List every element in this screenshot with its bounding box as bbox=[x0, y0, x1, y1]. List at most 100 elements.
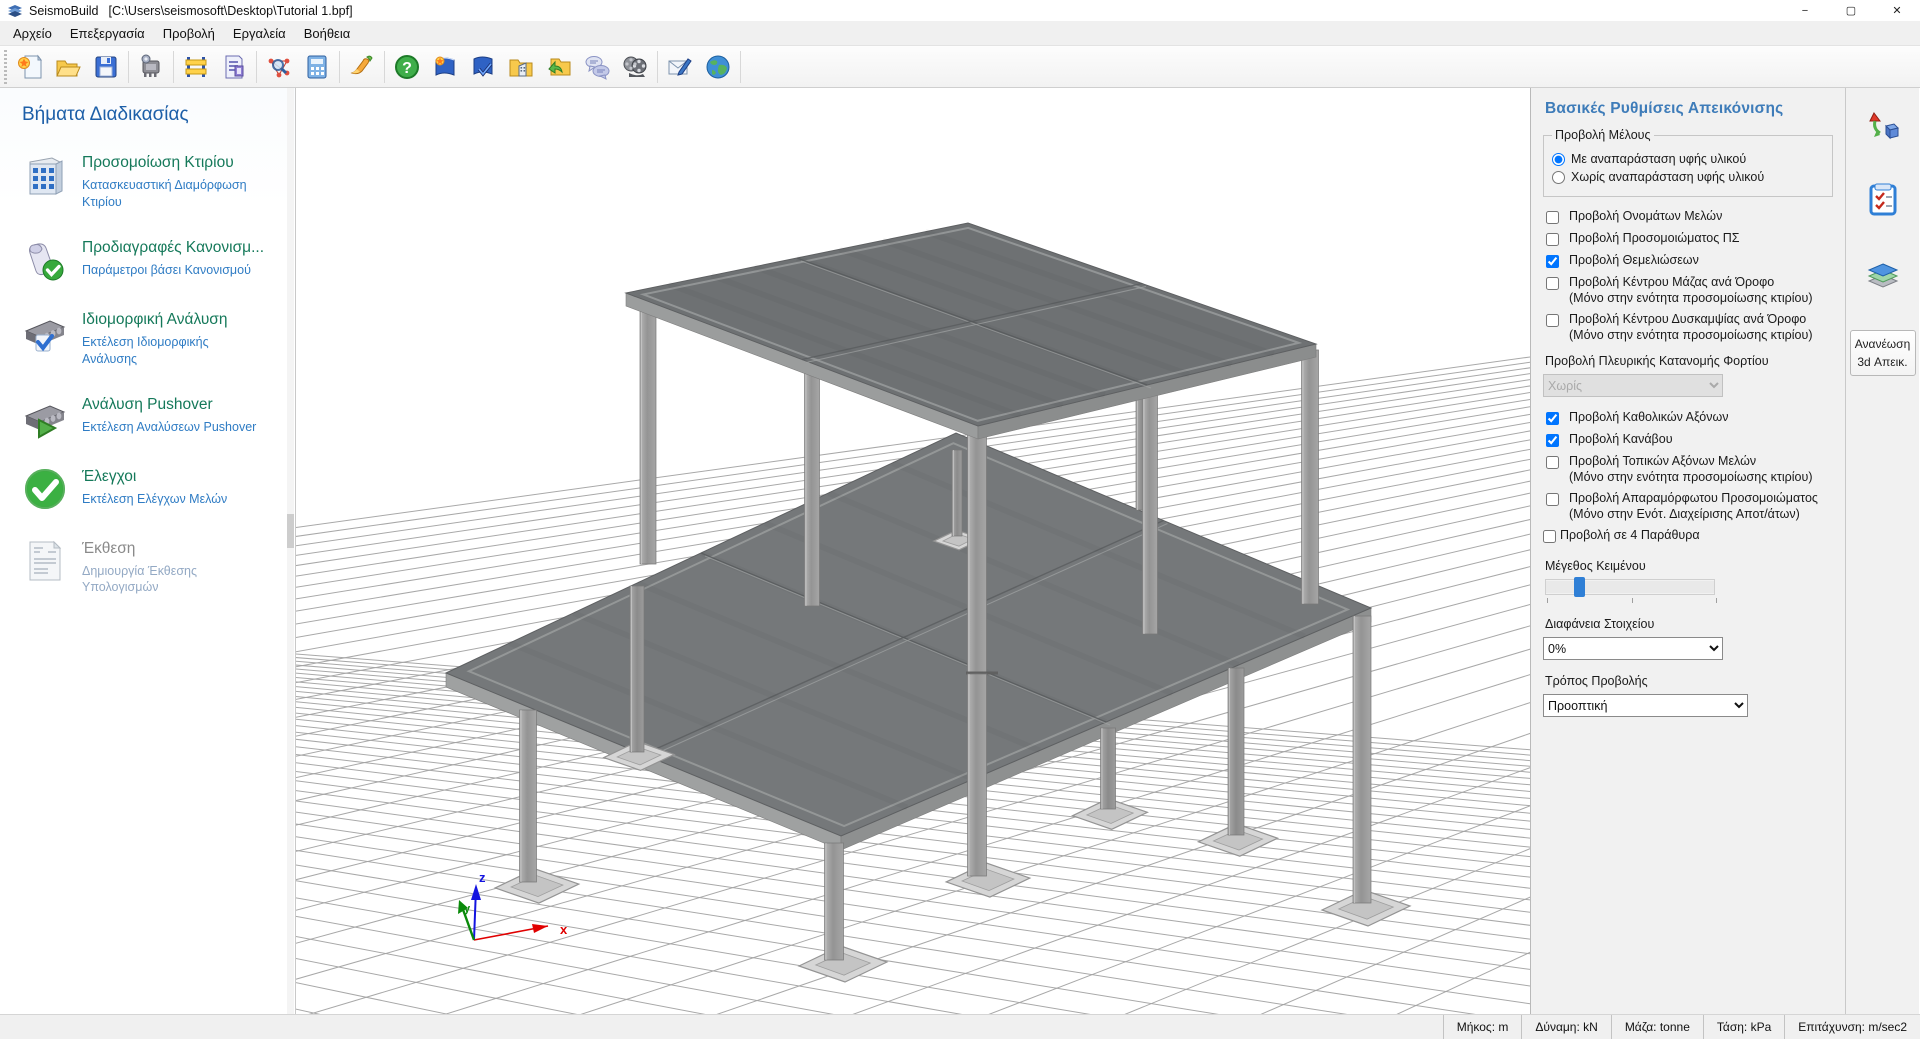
local-axes-checkbox[interactable] bbox=[1546, 456, 1559, 469]
report-document-button[interactable] bbox=[215, 48, 253, 86]
open-file-button[interactable] bbox=[49, 48, 87, 86]
checkbox-label[interactable]: Προβολή Απαραμόρφωτου Προσομοιώματος (Μό… bbox=[1569, 491, 1818, 521]
stiffness-center-checkbox[interactable] bbox=[1546, 314, 1559, 327]
texture-on-label[interactable]: Με αναπαράσταση υφής υλικού bbox=[1571, 152, 1746, 166]
swap-folder-button[interactable] bbox=[540, 48, 578, 86]
checkbox-stiffness-center[interactable]: Προβολή Κέντρου Δυσκαμψίας ανά Όροφο (Μό… bbox=[1543, 312, 1833, 342]
title-bar: SeismoBuild [C:\Users\seismosoft\Desktop… bbox=[0, 0, 1920, 22]
step-title: Ανάλυση Pushover bbox=[82, 396, 262, 414]
step-subtitle: Εκτέλεση Ιδιομορφικής Ανάλυσης bbox=[82, 334, 262, 368]
model-3d-viewport[interactable]: x z y bbox=[296, 88, 1530, 1014]
frame-elements-button[interactable] bbox=[177, 48, 215, 86]
checkbox-label[interactable]: Προβολή σε 4 Παράθυρα bbox=[1560, 528, 1700, 542]
checkbox-member-names[interactable]: Προβολή Ονομάτων Μελών bbox=[1543, 209, 1833, 224]
sidebar-item-building-modelling[interactable]: Προσομοίωση Κτιρίου Κατασκευαστική Διαμό… bbox=[22, 152, 295, 211]
calculator-button[interactable] bbox=[298, 48, 336, 86]
member-names-checkbox[interactable] bbox=[1546, 211, 1559, 224]
verified-book-button[interactable] bbox=[464, 48, 502, 86]
checkbox-label[interactable]: Προβολή Θεμελιώσεων bbox=[1569, 253, 1699, 267]
processor-settings-button[interactable] bbox=[132, 48, 170, 86]
ps-model-checkbox[interactable] bbox=[1546, 233, 1559, 246]
project-folder-icon bbox=[507, 53, 535, 81]
step-subtitle: Παράμετροι βάσει Κανονισμού bbox=[82, 262, 262, 279]
layers-button[interactable] bbox=[1861, 252, 1905, 296]
transparency-select[interactable]: 0% bbox=[1543, 637, 1723, 660]
lateral-load-select[interactable]: Χωρίς bbox=[1543, 374, 1723, 397]
step-subtitle: Εκτέλεση Αναλύσεων Pushover bbox=[82, 419, 262, 436]
mass-center-checkbox[interactable] bbox=[1546, 277, 1559, 290]
swap-folder-icon bbox=[545, 53, 573, 81]
texture-off-radio[interactable] bbox=[1552, 171, 1565, 184]
status-force-unit: Δύναμη: kN bbox=[1521, 1015, 1610, 1039]
checkbox-local-axes[interactable]: Προβολή Τοπικών Αξόνων Μελών (Μόνο στην … bbox=[1543, 454, 1833, 484]
website-globe-button[interactable] bbox=[699, 48, 737, 86]
view-mode-select[interactable]: Προοπτική bbox=[1543, 694, 1748, 717]
checklist-button[interactable] bbox=[1861, 178, 1905, 222]
checkbox-mass-center[interactable]: Προβολή Κέντρου Μάζας ανά Όροφο (Μόνο στ… bbox=[1543, 275, 1833, 305]
building-icon bbox=[22, 152, 68, 198]
four-windows-checkbox[interactable] bbox=[1543, 530, 1556, 543]
save-file-button[interactable] bbox=[87, 48, 125, 86]
email-support-button[interactable] bbox=[661, 48, 699, 86]
report-document-icon bbox=[220, 53, 248, 81]
checkbox-label[interactable]: Προβολή Κανάβου bbox=[1569, 432, 1673, 446]
checklist-icon bbox=[1866, 183, 1900, 217]
checkbox-ps-model[interactable]: Προβολή Προσομοιώματος ΠΣ bbox=[1543, 231, 1833, 246]
checkbox-undeformed[interactable]: Προβολή Απαραμόρφωτου Προσομοιώματος (Μό… bbox=[1543, 491, 1833, 521]
maximize-button[interactable]: ▢ bbox=[1828, 0, 1874, 21]
foundations-checkbox[interactable] bbox=[1546, 255, 1559, 268]
model-viewer-button[interactable] bbox=[260, 48, 298, 86]
svg-text:y: y bbox=[464, 903, 471, 915]
texture-off-label[interactable]: Χωρίς αναπαράσταση υφής υλικού bbox=[1571, 170, 1764, 184]
checkbox-grid[interactable]: Προβολή Κανάβου bbox=[1543, 432, 1833, 447]
help-button[interactable]: ? bbox=[388, 48, 426, 86]
display-brush-icon bbox=[348, 53, 376, 81]
view-mode-label: Τρόπος Προβολής bbox=[1545, 674, 1833, 688]
status-bar: Μήκος: m Δύναμη: kN Μάζα: tonne Τάση: kP… bbox=[0, 1014, 1920, 1039]
minimize-button[interactable]: − bbox=[1782, 0, 1828, 21]
close-button[interactable]: ✕ bbox=[1874, 0, 1920, 21]
main-toolbar: ? bbox=[0, 45, 1920, 88]
window-title-app: SeismoBuild bbox=[29, 4, 98, 18]
text-size-slider[interactable] bbox=[1545, 579, 1715, 595]
menu-file[interactable]: Αρχείο bbox=[4, 23, 61, 44]
toolbar-separator bbox=[339, 51, 340, 83]
sidebar-item-eigenvalue-analysis[interactable]: Ιδιομορφική Ανάλυση Εκτέλεση Ιδιομορφική… bbox=[22, 309, 295, 368]
toolbar-separator bbox=[173, 51, 174, 83]
video-tutorials-button[interactable] bbox=[616, 48, 654, 86]
display-settings-panel: Βασικές Ρυθμίσεις Απεικόνισης Προβολή Μέ… bbox=[1530, 88, 1845, 1014]
status-stress-unit: Τάση: kPa bbox=[1703, 1015, 1784, 1039]
project-folder-button[interactable] bbox=[502, 48, 540, 86]
forum-chat-button[interactable] bbox=[578, 48, 616, 86]
menu-tools[interactable]: Εργαλεία bbox=[224, 23, 295, 44]
checkbox-label[interactable]: Προβολή Κέντρου Μάζας ανά Όροφο (Μόνο στ… bbox=[1569, 275, 1813, 305]
sidebar-scrollbar-thumb[interactable] bbox=[287, 514, 294, 548]
manual-book-button[interactable] bbox=[426, 48, 464, 86]
toolbar-grip bbox=[4, 50, 7, 84]
menu-view[interactable]: Προβολή bbox=[154, 23, 224, 44]
texture-on-radio[interactable] bbox=[1552, 153, 1565, 166]
checkbox-label[interactable]: Προβολή Καθολικών Αξόνων bbox=[1569, 410, 1728, 424]
menu-edit[interactable]: Επεξεργασία bbox=[61, 23, 154, 44]
sidebar-item-code-requirements[interactable]: Προδιαγραφές Κανονισμ... Παράμετροι βάσε… bbox=[22, 237, 295, 283]
checkbox-label[interactable]: Προβολή Προσομοιώματος ΠΣ bbox=[1569, 231, 1740, 245]
menu-help[interactable]: Βοήθεια bbox=[295, 23, 360, 44]
undeformed-checkbox[interactable] bbox=[1546, 493, 1559, 506]
open-file-icon bbox=[54, 53, 82, 81]
checkbox-label[interactable]: Προβολή Ονομάτων Μελών bbox=[1569, 209, 1722, 223]
sidebar-item-report[interactable]: Έκθεση Δημιουργία Έκθεσης Υπολογισμών bbox=[22, 538, 295, 597]
checkbox-foundations[interactable]: Προβολή Θεμελιώσεων bbox=[1543, 253, 1833, 268]
new-file-button[interactable] bbox=[11, 48, 49, 86]
global-axes-checkbox[interactable] bbox=[1546, 412, 1559, 425]
checkbox-global-axes[interactable]: Προβολή Καθολικών Αξόνων bbox=[1543, 410, 1833, 425]
sidebar-scrollbar[interactable] bbox=[287, 88, 294, 1014]
sidebar-item-pushover-analysis[interactable]: Ανάλυση Pushover Εκτέλεση Αναλύσεων Push… bbox=[22, 394, 295, 440]
checkbox-label[interactable]: Προβολή Τοπικών Αξόνων Μελών (Μόνο στην … bbox=[1569, 454, 1813, 484]
3d-axes-cube-button[interactable] bbox=[1861, 104, 1905, 148]
refresh-3d-view-button[interactable]: Ανανέωση 3d Απεικ. bbox=[1850, 330, 1916, 376]
checkbox-label[interactable]: Προβολή Κέντρου Δυσκαμψίας ανά Όροφο (Μό… bbox=[1569, 312, 1813, 342]
display-brush-button[interactable] bbox=[343, 48, 381, 86]
sidebar-item-checks[interactable]: Έλεγχοι Εκτέλεση Ελέγχων Μελών bbox=[22, 466, 295, 512]
grid-checkbox[interactable] bbox=[1546, 434, 1559, 447]
checkbox-four-windows[interactable]: Προβολή σε 4 Παράθυρα bbox=[1543, 528, 1833, 543]
